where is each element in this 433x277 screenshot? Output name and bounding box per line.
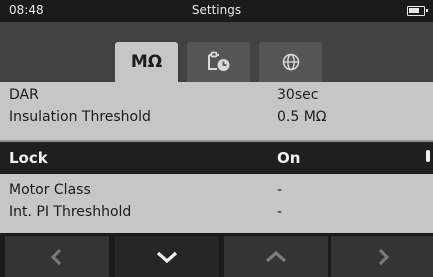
settings-group-dar[interactable]: DAR 30sec Insulation Threshold 0.5 MΩ [0,82,433,140]
timer-clipboard-icon [207,51,229,71]
settings-row-lock[interactable]: Lock On [0,142,433,174]
pi-threshold-label: Int. PI Threshhold [9,204,132,220]
down-softkey[interactable] [115,236,219,277]
insulation-threshold-value: 0.5 MΩ [277,109,327,125]
chevron-left-icon [50,248,62,265]
tab-insulation-label: MΩ [130,52,163,72]
tab-region[interactable] [259,42,322,82]
settings-screen: 08:48 Settings MΩ DAR 30sec Insulation T… [0,0,433,277]
right-softkey[interactable] [331,236,433,277]
status-bar: 08:48 Settings [0,0,433,22]
left-softkey[interactable] [5,236,109,277]
scrollbar-thumb[interactable] [426,150,430,162]
pi-threshold-value: - [277,204,283,220]
tab-insulation[interactable]: MΩ [115,42,178,82]
tab-timer[interactable] [187,42,250,82]
chevron-down-icon [156,251,178,263]
tab-strip: MΩ [0,22,433,82]
screen-title: Settings [191,3,242,17]
lock-value: On [277,149,301,167]
softkey-bar [0,233,433,277]
chevron-up-icon [265,250,287,262]
insulation-threshold-label: Insulation Threshold [9,109,151,125]
settings-group-motor[interactable]: Motor Class - Int. PI Threshhold - [0,174,433,232]
lock-label: Lock [9,149,48,167]
motor-class-label: Motor Class [9,182,91,198]
motor-class-value: - [277,182,283,198]
globe-icon [282,53,299,71]
battery-icon [407,6,428,16]
dar-value: 30sec [277,87,319,103]
up-softkey[interactable] [224,236,328,277]
dar-label: DAR [9,87,39,103]
chevron-right-icon [378,248,390,265]
